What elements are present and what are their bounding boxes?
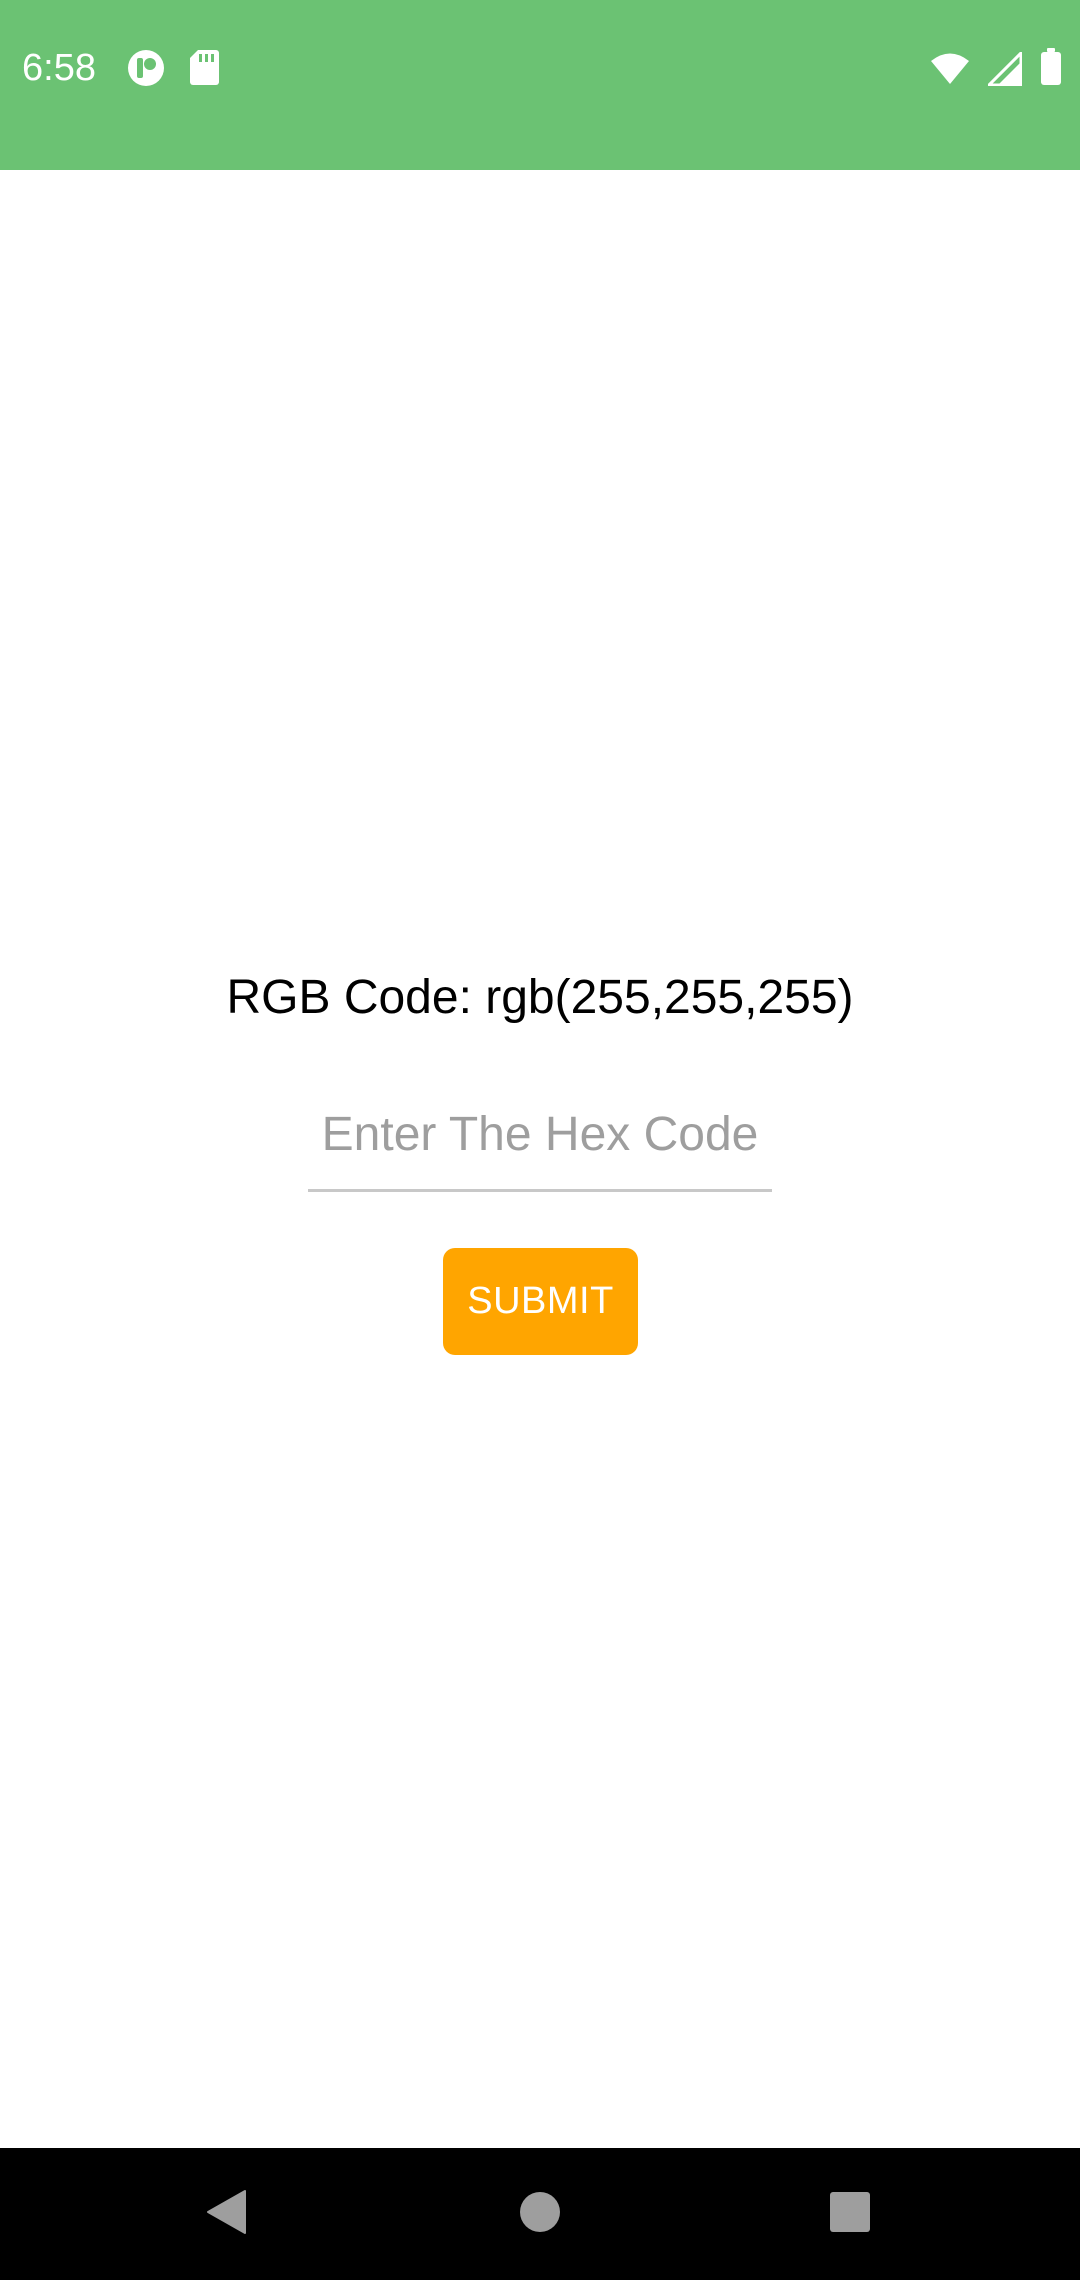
status-right-icons xyxy=(930,48,1062,91)
battery-icon xyxy=(1040,48,1062,91)
sd-card-icon xyxy=(188,48,220,93)
app-screen: 6:58 RGB Code: rgb(255,255,255) Enter Th… xyxy=(0,0,1080,2280)
status-time: 6:58 xyxy=(22,47,96,89)
wifi-icon xyxy=(930,52,970,91)
hex-code-input[interactable] xyxy=(308,1092,772,1192)
rgb-code-label: RGB Code: rgb(255,255,255) xyxy=(226,971,854,1024)
back-icon xyxy=(205,2189,247,2240)
nav-home-button[interactable] xyxy=(474,2148,606,2280)
submit-button[interactable]: SUBMIT xyxy=(443,1248,638,1355)
home-icon xyxy=(519,2191,561,2238)
cell-signal-icon xyxy=(985,49,1023,91)
recent-apps-icon xyxy=(829,2191,871,2238)
app-notification-icon xyxy=(126,48,166,93)
navigation-bar xyxy=(0,2148,1080,2280)
nav-back-button[interactable] xyxy=(160,2148,292,2280)
nav-recent-apps-button[interactable] xyxy=(784,2148,916,2280)
status-left-icons xyxy=(126,48,220,93)
status-bar: 6:58 xyxy=(0,0,1080,170)
